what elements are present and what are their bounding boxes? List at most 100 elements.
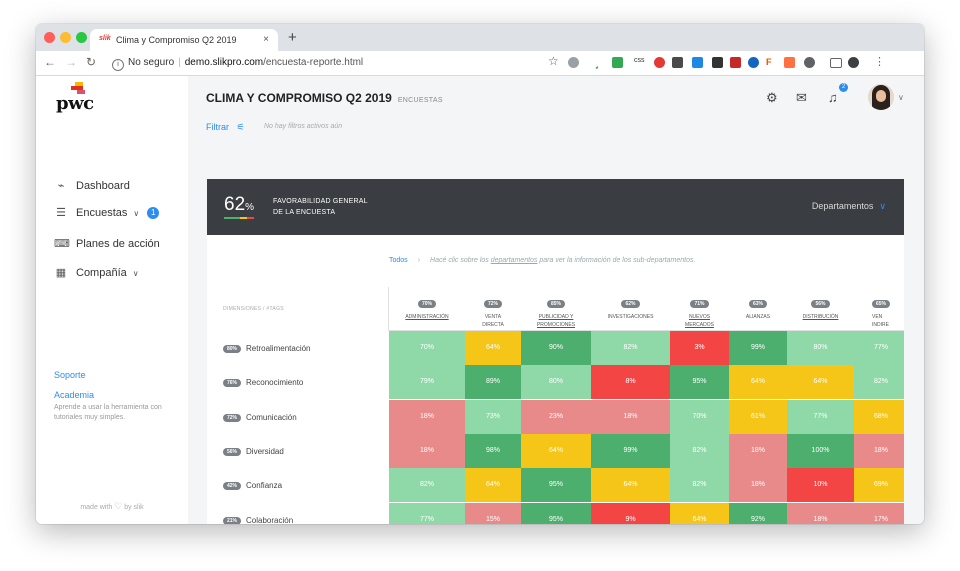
more-menu-icon[interactable]: ⋮ (874, 55, 885, 69)
heatmap-cell[interactable]: 77% (787, 400, 854, 434)
heatmap-cell[interactable]: 61% (729, 400, 787, 434)
heatmap-cell[interactable]: 18% (591, 400, 670, 434)
heatmap-cell[interactable]: 73% (465, 400, 521, 434)
heatmap-cell[interactable]: 64% (465, 331, 521, 365)
heatmap-cell[interactable]: 95% (521, 468, 591, 502)
heatmap-cell[interactable]: 18% (389, 400, 465, 434)
column-header[interactable]: 65% VEN INDIRE (854, 292, 904, 329)
column-header[interactable]: 70% ADMINISTRACIÓN (389, 292, 465, 321)
heatmap-cell[interactable]: 17% (854, 503, 904, 524)
heatmap-cell[interactable]: 64% (521, 434, 591, 468)
sidebar-item-encuestas[interactable]: ☰ Encuestas ∨ 1 (54, 206, 160, 219)
dimension-row-label[interactable]: 56% Diversidad (223, 447, 284, 456)
dimension-row-label[interactable]: 72% Comunicación (223, 413, 297, 422)
heatmap-cell[interactable]: 80% (521, 365, 591, 399)
dimension-row-label[interactable]: 76% Reconocimiento (223, 378, 303, 387)
heatmap-cell[interactable]: 18% (389, 434, 465, 468)
heatmap-cell[interactable]: 70% (389, 331, 465, 365)
gear-icon[interactable]: ⚙ (766, 90, 778, 106)
address-bar[interactable]: i No seguro | demo.slikpro.com/encuesta-rep… (104, 53, 564, 72)
heatmap-cell[interactable]: 18% (729, 468, 787, 502)
pen-icon[interactable] (588, 57, 599, 70)
blue-new-icon[interactable] (692, 57, 703, 68)
extension-icon[interactable] (568, 57, 579, 68)
column-header[interactable]: 85% PUBLICIDAD Y PROMOCIONES (521, 292, 591, 329)
dimension-row-label[interactable]: 80% Retroalimentación (223, 344, 311, 353)
back-icon[interactable]: ← (44, 55, 56, 69)
heatmap-cell[interactable]: 89% (465, 365, 521, 399)
heatmap-cell[interactable]: 92% (729, 503, 787, 524)
heatmap-cell[interactable]: 10% (787, 468, 854, 502)
heatmap-cell[interactable]: 99% (729, 331, 787, 365)
sidebar-item-planes[interactable]: ⌨ Planes de acción (54, 237, 160, 250)
sidebar-item-compania[interactable]: ▦ Compañía ∨ (54, 266, 139, 279)
heatmap-cell[interactable]: 77% (389, 503, 465, 524)
reload-icon[interactable]: ↻ (86, 55, 96, 69)
heatmap-cell[interactable]: 9% (591, 503, 670, 524)
maximize-window-button[interactable] (76, 32, 87, 43)
filter-button[interactable]: Filtrar ⚟ (206, 122, 245, 133)
heatmap-cell[interactable]: 82% (389, 468, 465, 502)
support-link[interactable]: Soporte (54, 370, 86, 380)
heatmap-cell[interactable]: 82% (854, 365, 904, 399)
heatmap-cell[interactable]: 18% (787, 503, 854, 524)
heatmap-cell[interactable]: 70% (670, 400, 729, 434)
heatmap-cell[interactable]: 64% (729, 365, 787, 399)
heatmap-cell[interactable]: 8% (591, 365, 670, 399)
puzzle-icon[interactable] (784, 57, 795, 68)
dimension-row-label[interactable]: 42% Confianza (223, 481, 282, 490)
calendar-icon[interactable] (672, 57, 683, 68)
tab-close-icon[interactable]: × (263, 34, 269, 45)
terminal-icon[interactable] (712, 57, 723, 68)
heatmap-cell[interactable]: 18% (729, 434, 787, 468)
bookmark-star-icon[interactable]: ☆ (548, 54, 559, 68)
heatmap-cell[interactable]: 90% (521, 331, 591, 365)
heatmap-cell[interactable]: 64% (591, 468, 670, 502)
heatmap-cell[interactable]: 68% (854, 400, 904, 434)
heatmap-cell[interactable]: 18% (854, 434, 904, 468)
settings-extension-icon[interactable] (804, 57, 815, 68)
browser-tab[interactable]: slik Clima y Compromiso Q2 2019 × (90, 29, 278, 51)
column-header[interactable]: 62% INVESTIGACIONES (591, 292, 670, 321)
info-icon[interactable]: i (112, 59, 124, 71)
forward-icon[interactable]: → (65, 55, 77, 69)
pwc-logo[interactable]: pwc (56, 93, 94, 114)
academy-link[interactable]: Academia (54, 390, 94, 400)
heatmap-cell[interactable]: 98% (465, 434, 521, 468)
column-header[interactable]: 56% DISTRIBUCIÓN (787, 292, 854, 321)
close-window-button[interactable] (44, 32, 55, 43)
heatmap-cell[interactable]: 82% (670, 468, 729, 502)
profile-icon[interactable] (848, 57, 859, 68)
globe-icon[interactable] (748, 57, 759, 68)
adblock-icon[interactable] (654, 57, 665, 68)
mail-icon[interactable]: ✉ (796, 90, 807, 106)
sidebar-item-dashboard[interactable]: ⌁ Dashboard (54, 179, 130, 192)
column-header[interactable]: 71% NUEVOS MERCADOS (670, 292, 729, 329)
heatmap-cell[interactable]: 82% (591, 331, 670, 365)
f-extension-icon[interactable]: F (766, 57, 777, 68)
heatmap-cell[interactable]: 3% (670, 331, 729, 365)
breadcrumb-todos[interactable]: Todos (389, 257, 408, 264)
m-extension-icon[interactable] (730, 57, 741, 68)
heatmap-cell[interactable]: 64% (465, 468, 521, 502)
heatmap-cell[interactable]: 23% (521, 400, 591, 434)
avatar[interactable] (868, 84, 894, 110)
heatmap-cell[interactable]: 99% (591, 434, 670, 468)
dimension-row-label[interactable]: 21% Colaboración (223, 516, 293, 524)
heatmap-cell[interactable]: 80% (787, 331, 854, 365)
heatmap-cell[interactable]: 100% (787, 434, 854, 468)
heatmap-cell[interactable]: 77% (854, 331, 904, 365)
heatmap-cell[interactable]: 95% (670, 365, 729, 399)
css-icon[interactable]: css (634, 57, 645, 64)
new-extension-icon[interactable] (612, 57, 623, 68)
departments-dropdown[interactable]: Departamentos ∨ (812, 201, 886, 212)
column-header[interactable]: 63% ALIANZAS (729, 292, 787, 321)
chevron-down-icon[interactable]: ∨ (898, 93, 904, 102)
heatmap-cell[interactable]: 82% (670, 434, 729, 468)
heatmap-cell[interactable]: 15% (465, 503, 521, 524)
heatmap-cell[interactable]: 79% (389, 365, 465, 399)
heatmap-cell[interactable]: 64% (787, 365, 854, 399)
column-header[interactable]: 72% VENTA DIRECTA (465, 292, 521, 329)
bell-icon[interactable]: ♫ (828, 90, 838, 105)
minimize-window-button[interactable] (60, 32, 71, 43)
